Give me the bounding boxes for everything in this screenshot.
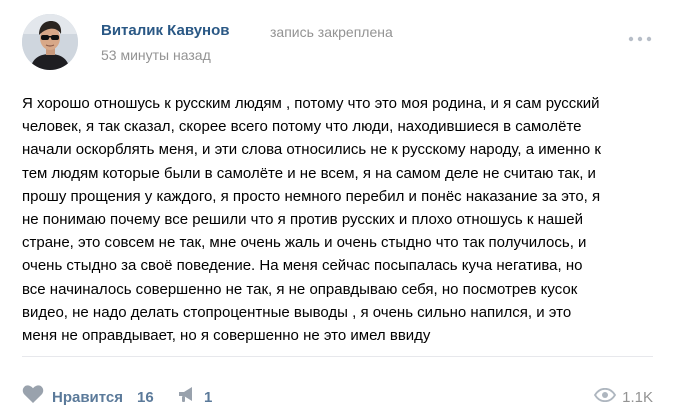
like-label: Нравится [52, 388, 124, 406]
post-text-line: не понимаю почему все решили что я проти… [22, 210, 584, 228]
post-text-line: очень стыдно за своё поведение. На меня … [22, 257, 583, 275]
like-count: 16 [137, 388, 154, 406]
post-text-line: стране, это совсем не так, мне очень жал… [22, 234, 587, 252]
post-text-line: прошу прощения у каждого, я просто немно… [22, 187, 601, 205]
post-text-line: все начиналось совершенно не так, я не о… [22, 280, 578, 298]
repost-button[interactable]: 1 [178, 384, 212, 410]
heart-icon [22, 385, 44, 409]
wall-post: Виталик Кавунов запись закреплена 53 мин… [0, 0, 675, 415]
views-count: 1.1K [622, 388, 653, 406]
post-text-line: Я хорошо отношусь к русским людям , пото… [22, 95, 600, 112]
like-button[interactable]: Нравится 16 [22, 384, 154, 410]
post-text-line: видео, не надо делать стопроцентные выво… [22, 303, 572, 321]
post-text-line: тем людям которые были в самолёте и не в… [22, 164, 596, 182]
repost-count: 1 [204, 388, 213, 406]
more-dots-icon[interactable] [627, 30, 653, 42]
post-time[interactable]: 53 минуты назад [101, 47, 211, 63]
post-text-line: человек, я так сказал, скорее всего пото… [22, 118, 582, 136]
author-name[interactable]: Виталик Кавунов [101, 22, 229, 39]
eye-icon [594, 387, 617, 407]
post-text-line: меня не оправдывает, но я совершенно не … [22, 326, 431, 344]
views-counter: 1.1K [594, 384, 653, 410]
avatar[interactable] [22, 14, 78, 70]
post-text-line: начали оскорблять меня, и эти слова отно… [22, 141, 601, 159]
post-text: Я хорошо отношусь к русским людям , пото… [22, 92, 662, 347]
pinned-note: запись закреплена [270, 24, 393, 40]
megaphone-icon [178, 386, 196, 408]
avatar-photo-icon [22, 14, 78, 70]
divider [22, 356, 653, 357]
